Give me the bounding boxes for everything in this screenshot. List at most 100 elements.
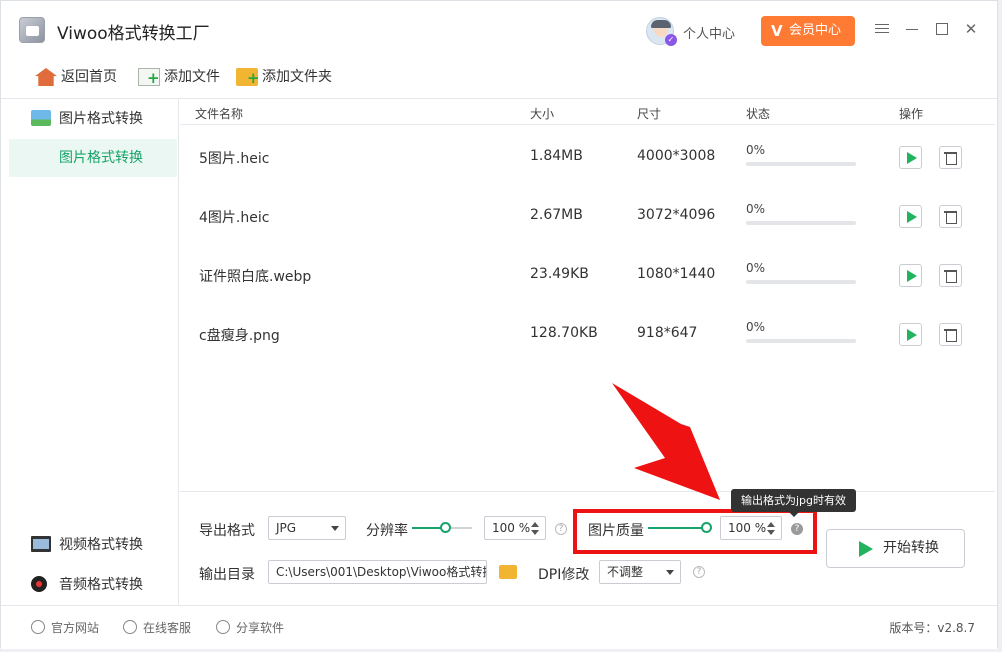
minimize-icon[interactable]: [904, 21, 920, 37]
help-icon[interactable]: ?: [693, 566, 705, 578]
verified-icon: ✓: [665, 34, 677, 46]
dpi-label: DPI修改: [538, 567, 590, 583]
support-label: 在线客服: [143, 621, 192, 635]
file-table: 文件名称 大小 尺寸 状态 操作 5图片.heic 1.84MB 4000*30…: [180, 99, 995, 491]
delete-icon[interactable]: [939, 205, 962, 228]
vip-label: 会员中心: [789, 23, 842, 38]
stepper-down-icon[interactable]: [531, 530, 539, 535]
app-window: Viwoo格式转换工厂 ✓ 个人中心 V 会员中心 ✕ 返回首页 添加文件 添加…: [0, 0, 998, 649]
format-value: JPG: [276, 521, 297, 535]
header-status: 状态: [746, 107, 771, 121]
resolution-value: 100 %: [492, 521, 531, 535]
version-text: 版本号：v2.8.7: [889, 621, 975, 635]
table-row[interactable]: 证件照白底.webp 23.49KB 1080*1440 0%: [180, 244, 995, 303]
play-icon[interactable]: [899, 205, 922, 228]
support-link[interactable]: 在线客服: [123, 619, 191, 636]
maximize-icon[interactable]: [934, 21, 950, 37]
sidebar-item-label: 图片格式转换: [59, 111, 143, 127]
play-icon[interactable]: [899, 264, 922, 287]
add-file-icon: [138, 68, 160, 86]
slider-thumb[interactable]: [440, 522, 451, 533]
add-folder-button[interactable]: 添加文件夹: [236, 65, 332, 89]
header-dims: 尺寸: [637, 107, 662, 121]
toolbar: 返回首页 添加文件 添加文件夹: [1, 59, 997, 99]
sidebar-item-image[interactable]: 图片格式转换: [1, 99, 179, 139]
delete-icon[interactable]: [939, 264, 962, 287]
progress-bar: [746, 162, 856, 166]
play-icon[interactable]: [899, 323, 922, 346]
audio-icon: [31, 576, 47, 592]
website-label: 官方网站: [51, 621, 100, 635]
vip-center-button[interactable]: V 会员中心: [761, 16, 855, 46]
menu-icon[interactable]: [874, 21, 890, 37]
highlight-box: [573, 509, 817, 554]
delete-icon[interactable]: [939, 323, 962, 346]
file-name: 证件照白底.webp: [199, 269, 312, 285]
vip-icon: V: [771, 22, 783, 40]
file-dims: 918*647: [637, 325, 698, 341]
sidebar-item-audio[interactable]: 音频格式转换: [1, 565, 179, 605]
sidebar: 图片格式转换 图片格式转换 视频格式转换 音频格式转换: [1, 99, 179, 605]
table-row[interactable]: 5图片.heic 1.84MB 4000*3008 0%: [180, 126, 995, 185]
title-bar: Viwoo格式转换工厂 ✓ 个人中心 V 会员中心 ✕: [1, 1, 997, 59]
table-header: 文件名称 大小 尺寸 状态 操作: [180, 99, 995, 125]
format-select[interactable]: JPG: [268, 516, 346, 540]
video-icon: [31, 536, 51, 552]
dpi-value: 不调整: [607, 565, 644, 579]
image-icon: [31, 110, 51, 126]
play-icon[interactable]: [899, 146, 922, 169]
folder-open-icon[interactable]: [499, 565, 517, 579]
output-label: 输出目录: [199, 567, 255, 583]
status-text: 0%: [746, 143, 766, 157]
home-button[interactable]: 返回首页: [35, 65, 117, 89]
footer: 官方网站 在线客服 分享软件 版本号：v2.8.7: [1, 605, 997, 649]
format-label: 导出格式: [199, 523, 255, 539]
file-dims: 4000*3008: [637, 148, 716, 164]
app-logo-icon: [19, 17, 45, 43]
chevron-down-icon: [666, 570, 674, 575]
start-label: 开始转换: [883, 540, 939, 556]
close-icon[interactable]: ✕: [963, 21, 979, 37]
tooltip: 输出格式为jpg时有效: [731, 489, 857, 517]
sidebar-item-video[interactable]: 视频格式转换: [1, 525, 179, 565]
sidebar-subitem-image-convert[interactable]: 图片格式转换: [9, 139, 177, 177]
stepper-up-icon[interactable]: [531, 522, 539, 527]
output-path-field[interactable]: C:\Users\001\Desktop\Viwoo格式转换工厂: [268, 560, 487, 584]
file-name: 4图片.heic: [199, 210, 270, 226]
headset-icon: [123, 620, 137, 634]
help-icon[interactable]: ?: [555, 523, 567, 535]
dpi-select[interactable]: 不调整: [599, 560, 681, 584]
app-title: Viwoo格式转换工厂: [57, 24, 210, 44]
sidebar-item-label: 音频格式转换: [59, 577, 143, 593]
sidebar-item-label: 视频格式转换: [59, 537, 143, 553]
table-row[interactable]: c盘瘦身.png 128.70KB 918*647 0%: [180, 303, 995, 362]
table-row[interactable]: 4图片.heic 2.67MB 3072*4096 0%: [180, 185, 995, 244]
add-file-label: 添加文件: [164, 69, 220, 85]
resolution-label: 分辨率: [366, 523, 408, 539]
status-text: 0%: [746, 202, 766, 216]
resolution-stepper[interactable]: 100 %: [484, 516, 546, 540]
progress-bar: [746, 221, 856, 225]
delete-icon[interactable]: [939, 146, 962, 169]
home-icon: [35, 68, 57, 86]
website-link[interactable]: 官方网站: [31, 619, 99, 636]
resolution-slider[interactable]: [412, 522, 472, 534]
file-size: 2.67MB: [530, 207, 583, 223]
header-action: 操作: [899, 107, 924, 121]
start-convert-button[interactable]: 开始转换: [826, 529, 965, 568]
chevron-down-icon: [331, 526, 339, 531]
file-size: 23.49KB: [530, 266, 589, 282]
file-name: 5图片.heic: [199, 151, 270, 167]
file-name: c盘瘦身.png: [199, 328, 280, 344]
add-folder-icon: [236, 68, 260, 86]
add-file-button[interactable]: 添加文件: [138, 65, 220, 89]
header-name: 文件名称: [195, 107, 244, 121]
share-icon: [216, 620, 230, 634]
progress-bar: [746, 339, 856, 343]
user-center-link[interactable]: 个人中心: [683, 23, 735, 42]
status-text: 0%: [746, 320, 766, 334]
file-size: 1.84MB: [530, 148, 583, 164]
share-link[interactable]: 分享软件: [216, 619, 284, 636]
add-folder-label: 添加文件夹: [262, 69, 332, 85]
file-size: 128.70KB: [530, 325, 598, 341]
